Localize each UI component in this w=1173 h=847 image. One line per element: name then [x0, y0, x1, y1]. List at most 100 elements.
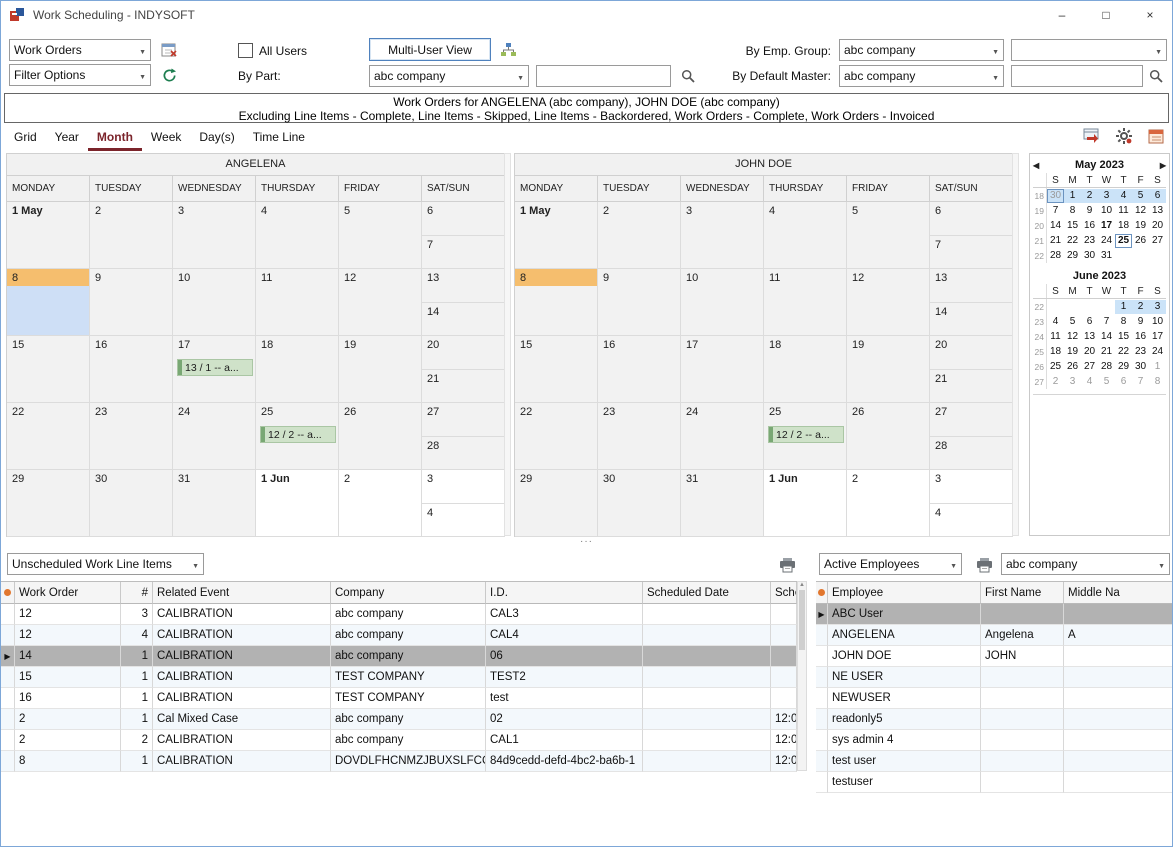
mini-calendar-day[interactable]: 5	[1098, 375, 1115, 389]
calendar-day-cell[interactable]: 1 May	[7, 202, 90, 269]
mini-calendar-day[interactable]: 28	[1047, 249, 1064, 263]
mini-calendar-day[interactable]: 12	[1064, 330, 1081, 344]
calendar-day-cell[interactable]: 3	[930, 470, 1013, 504]
column-header[interactable]: #	[121, 582, 153, 604]
calendar-day-cell[interactable]: 18	[764, 336, 847, 403]
default-master-search-input[interactable]	[1011, 65, 1143, 87]
calendar-day-cell[interactable]: 31	[173, 470, 256, 537]
calendar-day-cell[interactable]: 2	[339, 470, 422, 537]
mini-calendar-day[interactable]: 9	[1081, 204, 1098, 218]
mini-calendar-day[interactable]: 3	[1064, 375, 1081, 389]
mini-calendar-day[interactable]: 30	[1132, 360, 1149, 374]
mini-calendar-day[interactable]: 30	[1081, 249, 1098, 263]
mini-calendar-day[interactable]: 1	[1115, 300, 1132, 314]
table-row[interactable]: NE USER	[816, 667, 1173, 688]
print-icon[interactable]	[973, 554, 995, 576]
column-header[interactable]: Schec	[771, 582, 797, 604]
tab-week[interactable]: Week	[142, 126, 190, 151]
calendar-day-cell[interactable]: 30	[598, 470, 681, 537]
calendar-day-cell[interactable]: 1713 / 1 -- a...	[173, 336, 256, 403]
next-month-icon[interactable]: ▶	[1154, 161, 1166, 170]
calendar-day-cell[interactable]: 8	[515, 269, 598, 336]
calendar-day-cell[interactable]: 2	[90, 202, 173, 269]
calendar-day-cell[interactable]: 29	[515, 470, 598, 537]
calendar-day-cell[interactable]: 13	[930, 269, 1013, 303]
calendar-day-cell[interactable]: 24	[681, 403, 764, 470]
mini-calendar-day[interactable]: 12	[1132, 204, 1149, 218]
mini-calendar-day[interactable]: 21	[1098, 345, 1115, 359]
mini-calendar-day[interactable]: 21	[1047, 234, 1064, 248]
calendar-day-cell[interactable]: 15	[515, 336, 598, 403]
scrollbar-thumb[interactable]	[799, 590, 805, 650]
employees-filter-select[interactable]: Active Employees	[819, 553, 962, 575]
calendar-day-cell[interactable]: 5	[339, 202, 422, 269]
column-header[interactable]: Scheduled Date	[643, 582, 771, 604]
mini-calendar-day[interactable]: 7	[1047, 204, 1064, 218]
table-row[interactable]: 161CALIBRATIONTEST COMPANYtest	[1, 688, 797, 709]
mini-calendar-day[interactable]: 9	[1132, 315, 1149, 329]
calendar-day-cell[interactable]: 12	[847, 269, 930, 336]
mini-calendar-day[interactable]: 25	[1115, 234, 1132, 248]
mini-calendar-day[interactable]: 31	[1098, 249, 1115, 263]
table-row[interactable]: 151CALIBRATIONTEST COMPANYTEST2	[1, 667, 797, 688]
multi-user-view-button[interactable]: Multi-User View	[369, 38, 491, 61]
calendar-day-cell[interactable]: 22	[515, 403, 598, 470]
mini-calendar-day[interactable]: 13	[1081, 330, 1098, 344]
event-chip[interactable]: 12 / 2 -- a...	[260, 426, 336, 443]
column-header[interactable]: Related Event	[153, 582, 331, 604]
calendar-day-cell[interactable]: 11	[256, 269, 339, 336]
column-header[interactable]	[1, 582, 15, 604]
column-header[interactable]: Company	[331, 582, 486, 604]
export-schedule-icon[interactable]	[1082, 128, 1100, 144]
calendar-day-cell[interactable]: 4	[422, 504, 505, 538]
mini-calendar-day[interactable]: 16	[1081, 219, 1098, 233]
calendar-day-cell[interactable]: 13	[422, 269, 505, 303]
calendar-day-cell[interactable]: 4	[764, 202, 847, 269]
mini-calendar-day[interactable]: 6	[1081, 315, 1098, 329]
table-row[interactable]: 22CALIBRATIONabc companyCAL112:00:0	[1, 730, 797, 751]
mini-calendar-day[interactable]: 17	[1098, 219, 1115, 233]
calendar-day-cell[interactable]: 5	[847, 202, 930, 269]
calendar-day-cell[interactable]: 6	[422, 202, 505, 236]
mini-calendar-day[interactable]: 11	[1115, 204, 1132, 218]
mini-calendar-day[interactable]: 6	[1115, 375, 1132, 389]
column-header[interactable]: First Name	[981, 582, 1064, 604]
mini-calendar-day[interactable]: 18	[1047, 345, 1064, 359]
calendar-day-cell[interactable]: 3	[681, 202, 764, 269]
calendar-day-cell[interactable]: 7	[422, 236, 505, 270]
table-row[interactable]: 81CALIBRATIONDOVDLFHCNMZJBUXSLFCGNI84d9c…	[1, 751, 797, 772]
table-row[interactable]: ANGELENAAngelenaA	[816, 625, 1173, 646]
event-chip[interactable]: 13 / 1 -- a...	[177, 359, 253, 376]
mini-calendar-day[interactable]: 11	[1047, 330, 1064, 344]
mini-calendar-day[interactable]: 14	[1098, 330, 1115, 344]
mini-calendar-day[interactable]: 30	[1047, 189, 1064, 203]
by-part-search-input[interactable]	[536, 65, 671, 87]
mini-calendar-day[interactable]: 8	[1064, 204, 1081, 218]
mini-calendar-day[interactable]: 20	[1081, 345, 1098, 359]
mini-calendar-day[interactable]: 1	[1064, 189, 1081, 203]
calendar-day-cell[interactable]: 1 Jun	[256, 470, 339, 537]
calendar-day-cell[interactable]: 21	[930, 370, 1013, 404]
calendar-day-cell[interactable]: 10	[173, 269, 256, 336]
mini-calendar-day[interactable]: 8	[1149, 375, 1166, 389]
calendar-day-cell[interactable]: 24	[173, 403, 256, 470]
table-row[interactable]: 21Cal Mixed Caseabc company0212:00:0	[1, 709, 797, 730]
maximize-button[interactable]: □	[1084, 1, 1128, 28]
calendar-day-cell[interactable]: 16	[90, 336, 173, 403]
emp-group-secondary-select[interactable]	[1011, 39, 1167, 61]
calendar-day-cell[interactable]: 29	[7, 470, 90, 537]
mini-calendar-day[interactable]: 16	[1132, 330, 1149, 344]
line-items-filter-select[interactable]: Unscheduled Work Line Items	[7, 553, 204, 575]
calendar-day-cell[interactable]: 23	[598, 403, 681, 470]
calendar-day-cell[interactable]: 2	[847, 470, 930, 537]
calendar-day-cell[interactable]: 8	[7, 269, 90, 336]
table-row[interactable]: NEWUSER	[816, 688, 1173, 709]
mini-calendar-day[interactable]: 6	[1149, 189, 1166, 203]
emp-group-select[interactable]: abc company	[839, 39, 1004, 61]
employee-company-select[interactable]: abc company	[1001, 553, 1170, 575]
mini-calendar-day[interactable]: 28	[1098, 360, 1115, 374]
mini-calendar-day[interactable]: 19	[1132, 219, 1149, 233]
calendar-day-cell[interactable]: 30	[90, 470, 173, 537]
tab-grid[interactable]: Grid	[5, 126, 46, 151]
calendar-day-cell[interactable]: 2	[598, 202, 681, 269]
